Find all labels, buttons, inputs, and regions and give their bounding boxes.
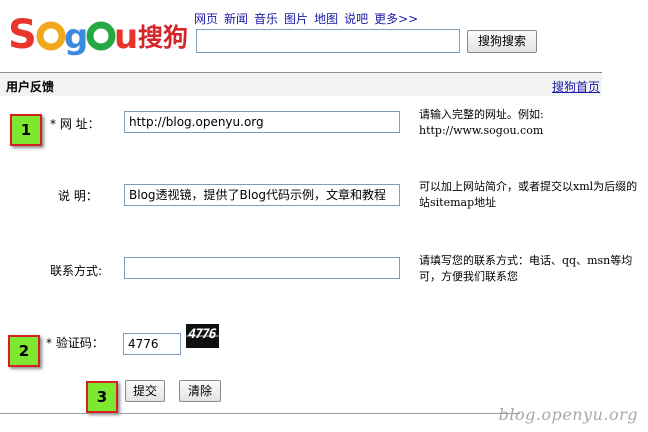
clear-button[interactable]: 清除 xyxy=(179,380,221,402)
search-input[interactable] xyxy=(196,29,460,53)
url-hint-line1: 请输入完整的网址。例如: xyxy=(419,108,544,121)
watermark: blog.openyu.org xyxy=(498,405,638,424)
url-hint-line2: http://www.sogou.com xyxy=(419,124,544,137)
captcha-field[interactable]: 4776 xyxy=(123,333,181,355)
url-label: * 网 址： xyxy=(50,117,100,131)
captcha-image-text: 4776 xyxy=(186,327,217,342)
nav-web[interactable]: 网页 xyxy=(194,10,218,26)
captcha-label: * 验证码： xyxy=(46,336,104,350)
marker-3: 3 xyxy=(86,381,118,413)
nav-images[interactable]: 图片 xyxy=(284,10,308,26)
nav-news[interactable]: 新闻 xyxy=(224,10,248,26)
nav-music[interactable]: 音乐 xyxy=(254,10,278,26)
sogou-home-link[interactable]: 搜狗首页 xyxy=(552,78,600,95)
sogou-logo[interactable]: S g u 搜狗 xyxy=(6,6,192,58)
description-hint-line1: 可以加上网站简介，或者提交以xml为后缀的 xyxy=(419,180,638,193)
nav-maps[interactable]: 地图 xyxy=(314,10,338,26)
search-button[interactable]: 搜狗搜索 xyxy=(467,30,537,53)
svg-text:u: u xyxy=(114,17,138,57)
contact-label: 联系方式: xyxy=(50,264,103,278)
svg-text:g: g xyxy=(64,17,88,57)
marker-2: 2 xyxy=(8,335,40,367)
url-field[interactable]: http://blog.openyu.org xyxy=(124,111,400,133)
svg-text:搜狗: 搜狗 xyxy=(138,23,188,52)
footer-divider xyxy=(0,413,520,414)
captcha-image[interactable]: 4776 xyxy=(186,324,219,348)
contact-field[interactable] xyxy=(124,257,400,279)
nav-more[interactable]: 更多>> xyxy=(374,10,418,26)
description-field[interactable]: Blog透视镜，提供了Blog代码示例，文章和教程 xyxy=(124,184,400,206)
marker-1: 1 xyxy=(10,114,42,146)
contact-hint-line1: 请填写您的联系方式：电话、qq、msn等均 xyxy=(419,254,633,267)
page-title: 用户反馈 xyxy=(6,80,55,94)
sogou-logo-graphic: S g u 搜狗 xyxy=(8,12,188,58)
submit-button[interactable]: 提交 xyxy=(125,380,165,402)
description-label: 说 明： xyxy=(58,189,98,203)
section-header-bar: 用户反馈 搜狗首页 xyxy=(0,72,602,96)
contact-hint-line2: 可，方便我们联系您 xyxy=(419,270,518,283)
nav-shuoba[interactable]: 说吧 xyxy=(344,10,368,26)
description-hint-line2: 站sitemap地址 xyxy=(419,196,497,209)
svg-text:S: S xyxy=(8,12,37,58)
top-navigation: 网页 新闻 音乐 图片 地图 说吧 更多>> xyxy=(194,10,418,26)
